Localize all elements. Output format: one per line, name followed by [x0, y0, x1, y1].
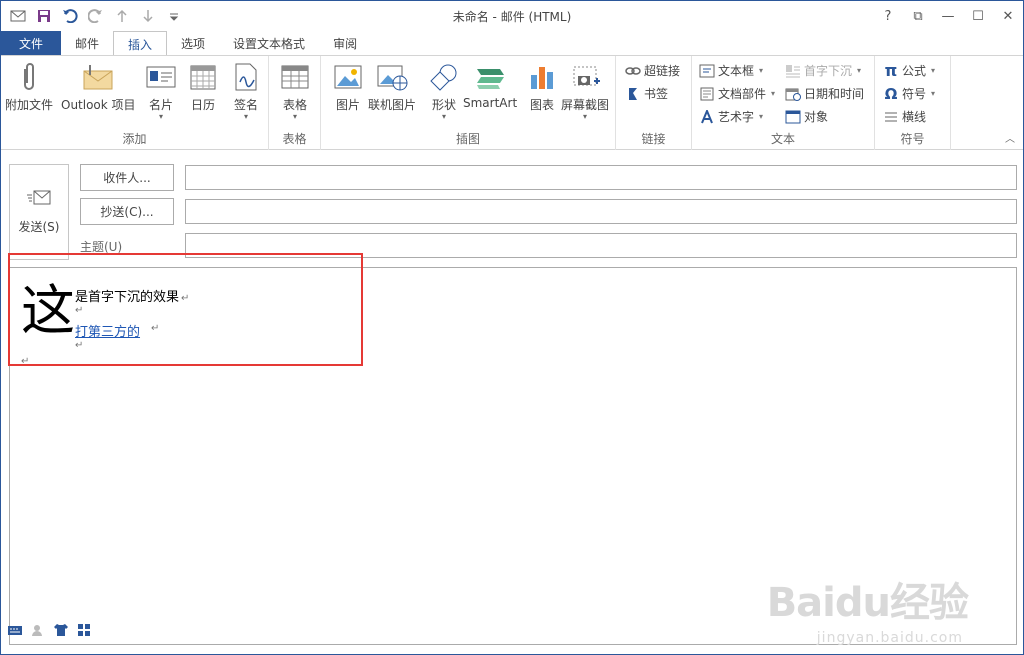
tab-review[interactable]: 审阅: [319, 31, 371, 55]
calendar-button[interactable]: 日历: [186, 60, 220, 113]
ribbon-display-button[interactable]: ⧉: [903, 1, 933, 31]
screenshot-icon: [568, 60, 602, 94]
to-field[interactable]: [185, 165, 1017, 190]
smartart-icon: [473, 60, 507, 94]
omega-icon: Ω: [884, 84, 898, 103]
hyperlink-icon: [625, 63, 641, 79]
maximize-button[interactable]: ☐: [963, 1, 993, 31]
tab-insert[interactable]: 插入: [113, 31, 168, 56]
hyperlink-button[interactable]: 超链接: [625, 62, 680, 79]
group-label-add: 添加: [122, 132, 147, 146]
group-illustrations: 图片 联机图片 形状 ▾ SmartArt 图表 屏幕截图 ▾ 插图: [321, 56, 616, 150]
cc-field[interactable]: [185, 199, 1017, 224]
table-icon: [278, 60, 312, 94]
tab-format-text[interactable]: 设置文本格式: [219, 31, 319, 55]
group-label-text: 文本: [770, 132, 795, 146]
group-links: 超链接 书签 链接: [616, 56, 692, 150]
baidu-watermark-logo: Baidu经验: [766, 580, 969, 626]
to-button[interactable]: 收件人...: [80, 164, 174, 191]
wordart-button[interactable]: 艺术字 ▾: [699, 108, 763, 125]
window-title: 未命名 - 邮件 (HTML): [452, 10, 572, 24]
calendar-icon: [186, 60, 220, 94]
group-symbols: π 公式 ▾ Ω 符号 ▾ 横线 符号: [875, 56, 951, 150]
signature-icon: [229, 60, 263, 94]
shapes-button[interactable]: 形状 ▾: [427, 60, 461, 121]
pictures-button[interactable]: 图片: [331, 60, 365, 113]
object-button[interactable]: 对象: [785, 108, 828, 125]
dropdown-arrow-icon: ▾: [292, 112, 297, 121]
tab-file[interactable]: 文件: [1, 31, 61, 55]
horizontal-line-icon: [883, 109, 899, 125]
dropdown-arrow-icon: ▾: [158, 112, 163, 121]
signature-button[interactable]: 签名 ▾: [229, 60, 263, 121]
symbol-button[interactable]: Ω 符号 ▾: [883, 84, 935, 103]
group-label-illustrations: 插图: [455, 132, 480, 146]
table-button[interactable]: 表格 ▾: [278, 60, 312, 121]
date-time-button[interactable]: 日期和时间: [785, 85, 864, 102]
status-bar: [5, 621, 93, 639]
help-button[interactable]: ?: [873, 1, 903, 31]
shirt-icon[interactable]: [51, 621, 70, 639]
people-icon[interactable]: [28, 621, 47, 639]
object-icon: [785, 109, 801, 125]
smartart-button[interactable]: SmartArt: [463, 60, 517, 110]
dropdown-arrow-icon: ▾: [243, 112, 248, 121]
title-bar: 未命名 - 邮件 (HTML) ? ⧉ — ☐ ✕: [1, 1, 1023, 31]
group-label-links: 链接: [641, 132, 666, 146]
quick-parts-icon: [699, 86, 715, 102]
horizontal-line-button[interactable]: 横线: [883, 108, 926, 125]
outlook-compose-window: 未命名 - 邮件 (HTML) ? ⧉ — ☐ ✕ 文件 邮件 插入 选项 设置…: [0, 0, 1024, 655]
drop-cap-button[interactable]: 首字下沉 ▾: [785, 62, 861, 79]
online-pictures-button[interactable]: 联机图片: [368, 60, 416, 113]
tab-options[interactable]: 选项: [167, 31, 219, 55]
baidu-watermark-url: jingyan.baidu.com: [816, 630, 963, 646]
textbox-icon: [699, 63, 715, 79]
group-tables: 表格 ▾ 表格: [269, 56, 321, 150]
close-button[interactable]: ✕: [993, 1, 1023, 31]
group-label-tables: 表格: [282, 132, 307, 146]
equation-button[interactable]: π 公式 ▾: [883, 61, 935, 80]
business-card-button[interactable]: 名片 ▾: [144, 60, 178, 121]
business-card-icon: [144, 60, 178, 94]
dropdown-arrow-icon: ▾: [441, 112, 446, 121]
chart-button[interactable]: 图表: [525, 60, 559, 113]
ribbon: 附加文件 Outlook 项目 名片 ▾ 日历 签名 ▾ 添加 表格 ▾ 表格 …: [1, 55, 1023, 150]
highlight-box: [8, 253, 363, 366]
pi-icon: π: [884, 61, 898, 80]
send-button[interactable]: 发送(S): [9, 164, 69, 260]
window-controls: ? ⧉ — ☐ ✕: [873, 1, 1023, 31]
ribbon-tabs: 文件 邮件 插入 选项 设置文本格式 审阅: [1, 31, 1023, 56]
send-envelope-icon: [26, 189, 52, 210]
shapes-icon: [427, 60, 461, 94]
picture-icon: [331, 60, 365, 94]
attach-file-button[interactable]: 附加文件: [5, 60, 53, 113]
paperclip-icon: [12, 60, 46, 94]
dropdown-arrow-icon: ▾: [583, 112, 588, 121]
wordart-icon: [699, 109, 715, 125]
chart-icon: [525, 60, 559, 94]
collapse-ribbon-icon[interactable]: ︿: [1005, 130, 1015, 145]
group-text: 文本框 ▾ 文档部件 ▾ 艺术字 ▾ 首字下沉 ▾ 日期和时间 对象 文本: [692, 56, 875, 150]
envelope-paperclip-icon: [81, 60, 115, 94]
textbox-button[interactable]: 文本框 ▾: [699, 62, 763, 79]
apps-icon[interactable]: [74, 621, 93, 639]
minimize-button[interactable]: —: [933, 1, 963, 31]
drop-cap-icon: [785, 63, 801, 79]
quick-parts-button[interactable]: 文档部件 ▾: [699, 85, 775, 102]
online-picture-icon: [375, 60, 409, 94]
calendar-clock-icon: [785, 86, 801, 102]
bookmark-button[interactable]: 书签: [625, 85, 668, 102]
bookmark-icon: [625, 86, 641, 102]
tab-message[interactable]: 邮件: [61, 31, 113, 55]
screenshot-button[interactable]: 屏幕截图 ▾: [561, 60, 609, 121]
group-label-symbols: 符号: [900, 132, 925, 146]
group-add: 附加文件 Outlook 项目 名片 ▾ 日历 签名 ▾ 添加: [1, 56, 269, 150]
outlook-item-button[interactable]: Outlook 项目: [61, 60, 136, 113]
keyboard-icon[interactable]: [5, 621, 24, 639]
cc-button[interactable]: 抄送(C)...: [80, 198, 174, 225]
